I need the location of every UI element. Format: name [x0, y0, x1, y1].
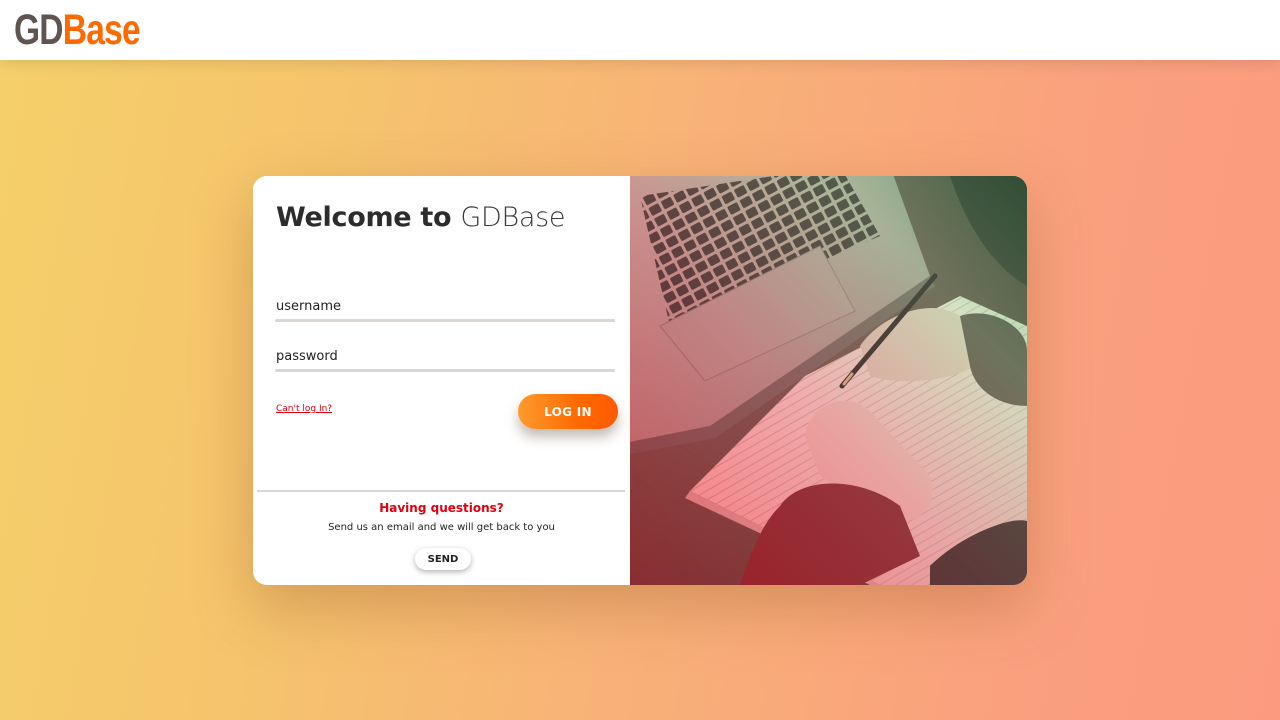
- password-field: [275, 342, 615, 372]
- username-field: [275, 292, 615, 322]
- laptop-writing-photo: [630, 176, 1027, 585]
- login-card: Welcome to GDBase Can't log In? LOG IN H…: [253, 176, 1027, 585]
- send-button[interactable]: SEND: [415, 548, 471, 570]
- divider: [257, 490, 625, 492]
- username-underline: [275, 319, 615, 322]
- logo-base: Base: [62, 6, 141, 54]
- questions-heading: Having questions?: [379, 501, 504, 515]
- questions-text: Send us an email and we will get back to…: [328, 522, 555, 533]
- title-brand: GDBase: [460, 202, 566, 233]
- password-input[interactable]: [275, 342, 615, 370]
- hero-image: [630, 176, 1027, 585]
- login-button[interactable]: LOG IN: [518, 394, 618, 429]
- cant-login-link[interactable]: Can't log In?: [276, 404, 332, 414]
- page-title: Welcome to GDBase: [276, 202, 565, 233]
- password-underline: [275, 369, 615, 372]
- gdbase-logo[interactable]: GDBase: [14, 6, 141, 54]
- logo-gd: GD: [14, 6, 64, 54]
- username-input[interactable]: [275, 292, 615, 320]
- title-welcome: Welcome to: [276, 202, 452, 233]
- top-bar: GDBase: [0, 0, 1280, 60]
- login-panel: Welcome to GDBase Can't log In? LOG IN H…: [253, 176, 630, 585]
